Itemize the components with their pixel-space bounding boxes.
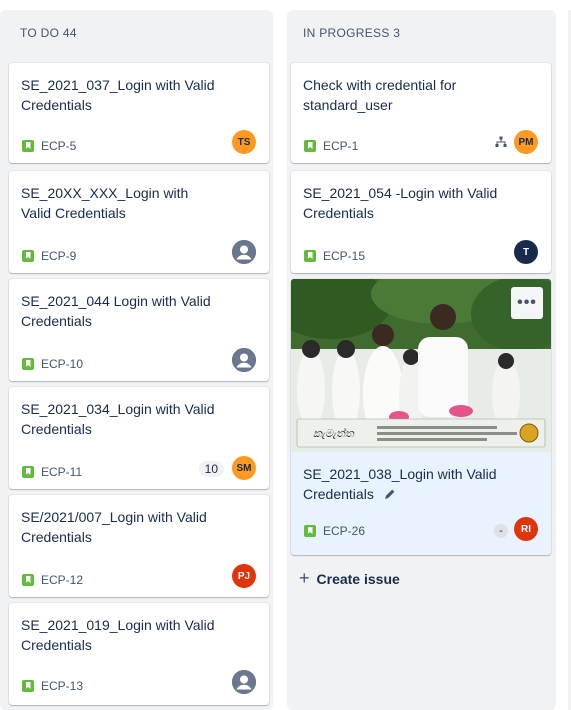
issue-key[interactable]: ECP-12 <box>41 573 83 587</box>
cover-caption: කැමැත්ත <box>313 427 355 440</box>
hierarchy-icon <box>495 136 507 147</box>
card-footer: ECP-13 <box>22 679 83 693</box>
card-ecp-26[interactable]: කැමැත්ත ••• SE_2021_038_Login with Valid… <box>291 279 551 555</box>
card-title: SE/2021/007_Login with Valid Credentials <box>21 509 207 545</box>
card-title: Check with credential for standard_user <box>303 77 457 113</box>
edit-pencil-icon[interactable] <box>384 488 396 500</box>
card-ecp-15[interactable]: SE_2021_054 -Login with Valid Credential… <box>291 171 551 273</box>
avatar[interactable]: SM <box>232 456 256 480</box>
card-ecp-13[interactable]: SE_2021_019_Login with Valid Credentials… <box>9 603 269 705</box>
unassigned-avatar-icon[interactable] <box>232 670 256 694</box>
story-icon <box>304 525 316 537</box>
card-footer: ECP-12 <box>22 573 83 587</box>
story-points-badge: 10 <box>198 461 224 477</box>
avatar[interactable]: T <box>514 240 538 264</box>
card-footer: ECP-9 <box>22 249 76 263</box>
card-ecp-9[interactable]: SE_20XX_XXX_Login with Valid Credentials… <box>9 171 269 273</box>
card-title: SE_20XX_XXX_Login with Valid Credentials <box>21 185 189 221</box>
plus-icon: + <box>299 568 310 588</box>
story-icon <box>22 680 34 692</box>
card-ecp-11[interactable]: SE_2021_034_Login with Valid Credentials… <box>9 387 269 489</box>
card-footer: ECP-15 <box>304 249 365 263</box>
issue-key[interactable]: ECP-5 <box>41 139 76 153</box>
card-footer: ECP-26 <box>304 524 365 538</box>
avatar[interactable]: TS <box>232 130 256 154</box>
issue-key[interactable]: ECP-26 <box>323 524 365 538</box>
story-icon <box>22 574 34 586</box>
story-points-badge: - <box>494 524 508 538</box>
story-icon <box>22 466 34 478</box>
avatar[interactable]: RI <box>514 517 538 541</box>
card-footer: ECP-1 <box>304 139 358 153</box>
card-title: SE_2021_037_Login with Valid Credentials <box>21 77 215 113</box>
issue-key[interactable]: ECP-1 <box>323 139 358 153</box>
card-ecp-12[interactable]: SE/2021/007_Login with Valid Credentials… <box>9 495 269 597</box>
column-header-in-progress: IN PROGRESS 3 <box>303 26 401 40</box>
issue-key[interactable]: ECP-10 <box>41 357 83 371</box>
story-icon <box>304 250 316 262</box>
story-icon <box>304 140 316 152</box>
card-title: SE_2021_044 Login with Valid Credentials <box>21 293 211 329</box>
card-footer: ECP-11 <box>22 465 82 479</box>
card-title: SE_2021_019_Login with Valid Credentials <box>21 617 215 653</box>
card-ecp-10[interactable]: SE_2021_044 Login with Valid Credentials… <box>9 279 269 381</box>
card-footer: ECP-10 <box>22 357 83 371</box>
story-icon <box>22 140 34 152</box>
create-issue-label: Create issue <box>316 570 400 587</box>
issue-key[interactable]: ECP-15 <box>323 249 365 263</box>
story-icon <box>22 250 34 262</box>
more-actions-button[interactable]: ••• <box>511 287 543 319</box>
avatar[interactable]: PM <box>514 130 538 154</box>
card-title: SE_2021_038_Login with Valid Credentials <box>303 464 503 504</box>
card-title: SE_2021_034_Login with Valid Credentials <box>21 401 215 437</box>
story-icon <box>22 358 34 370</box>
create-issue-button[interactable]: + Create issue <box>299 568 400 589</box>
column-header-todo: TO DO 44 <box>20 26 77 40</box>
card-ecp-1[interactable]: Check with credential for standard_user … <box>291 63 551 163</box>
card-footer: ECP-5 <box>22 139 76 153</box>
unassigned-avatar-icon[interactable] <box>232 240 256 264</box>
card-title: SE_2021_054 -Login with Valid Credential… <box>303 185 498 221</box>
issue-key[interactable]: ECP-13 <box>41 679 83 693</box>
unassigned-avatar-icon[interactable] <box>232 348 256 372</box>
card-title-text: SE_2021_038_Login with Valid Credentials <box>303 466 497 502</box>
issue-key[interactable]: ECP-11 <box>41 465 82 479</box>
card-ecp-5[interactable]: SE_2021_037_Login with Valid Credentials… <box>9 63 269 163</box>
avatar[interactable]: PJ <box>232 564 256 588</box>
issue-key[interactable]: ECP-9 <box>41 249 76 263</box>
